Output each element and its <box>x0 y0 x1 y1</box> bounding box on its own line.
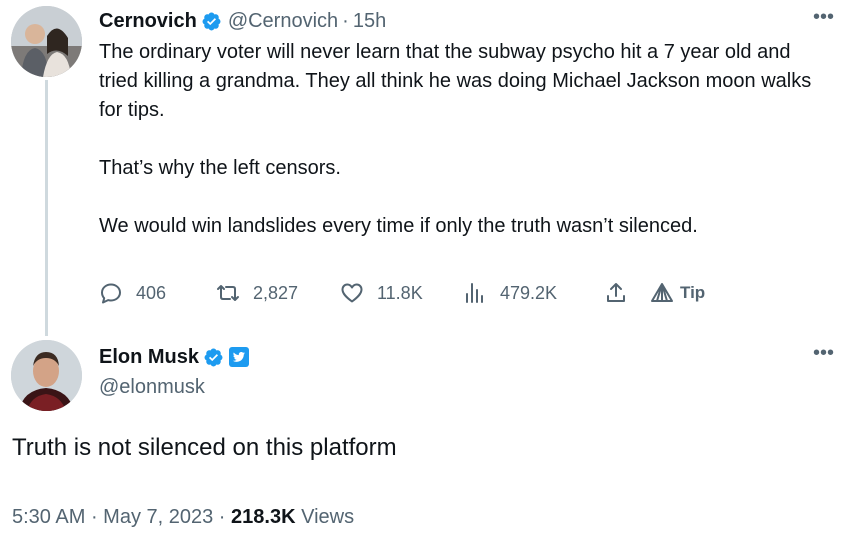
tip-icon <box>651 283 673 302</box>
tweet2-views-label: Views <box>295 506 355 528</box>
tweet2-display-name[interactable]: Elon Musk <box>99 344 199 370</box>
verified-badge-icon[interactable] <box>203 347 224 368</box>
more-options-icon[interactable]: ••• <box>813 7 834 27</box>
cernovich-avatar[interactable] <box>11 6 82 77</box>
tweet1-paragraph: We would win landslides every time if on… <box>99 215 698 237</box>
heart-icon <box>341 283 363 303</box>
share-icon <box>607 283 625 302</box>
meta-separator: · <box>85 506 104 528</box>
views-count: 479.2K <box>500 282 558 303</box>
like-button[interactable]: 11.8K <box>340 280 423 306</box>
tip-button[interactable]: Tip <box>650 280 705 306</box>
views-button[interactable]: 479.2K <box>463 280 557 306</box>
tweet1-text: The ordinary voter will never learn that… <box>99 38 834 241</box>
like-count: 11.8K <box>377 282 423 303</box>
more-options-icon[interactable]: ••• <box>813 343 834 363</box>
reply-icon <box>101 283 121 304</box>
avatar-photo <box>11 6 82 77</box>
reply-button[interactable]: 406 <box>99 280 166 306</box>
share-button[interactable] <box>604 280 628 306</box>
retweet-count: 2,827 <box>253 282 299 303</box>
tweet2-metadata: 5:30 AM · May 7, 2023 · 218.3K Views <box>12 504 354 530</box>
twitter-bird-badge-icon[interactable] <box>228 346 250 368</box>
tweet1-handle[interactable]: @Cernovich <box>228 8 338 34</box>
tweet1-timestamp[interactable]: 15h <box>353 8 386 34</box>
tweet2-time[interactable]: 5:30 AM <box>12 506 85 528</box>
tweet1-paragraph: That’s why the left censors. <box>99 157 341 179</box>
tweet1-action-bar: 406 2,827 11.8K 479.2K Tip <box>99 280 739 306</box>
tweet1-header: Cernovich @Cernovich · 15h <box>99 8 386 34</box>
tweet2-handle[interactable]: @elonmusk <box>99 374 205 400</box>
retweet-icon <box>217 285 239 301</box>
avatar-photo <box>11 340 82 411</box>
tweet2-date[interactable]: May 7, 2023 <box>103 506 213 528</box>
analytics-icon <box>466 283 483 303</box>
tweet2-views-count[interactable]: 218.3K <box>231 506 296 528</box>
tweet2-text: Truth is not silenced on this platform <box>12 434 397 461</box>
tip-label: Tip <box>680 283 706 302</box>
tweet1-paragraph: The ordinary voter will never learn that… <box>99 41 812 121</box>
meta-separator: · <box>213 506 232 528</box>
tweet2-header: Elon Musk <box>99 344 250 370</box>
retweet-button[interactable]: 2,827 <box>216 280 298 306</box>
elonmusk-avatar[interactable] <box>11 340 82 411</box>
reply-count: 406 <box>136 282 167 303</box>
header-separator: · <box>342 10 349 32</box>
verified-badge-icon[interactable] <box>201 11 222 32</box>
tweet1-display-name[interactable]: Cernovich <box>99 8 197 34</box>
thread-connector-line <box>45 80 48 336</box>
